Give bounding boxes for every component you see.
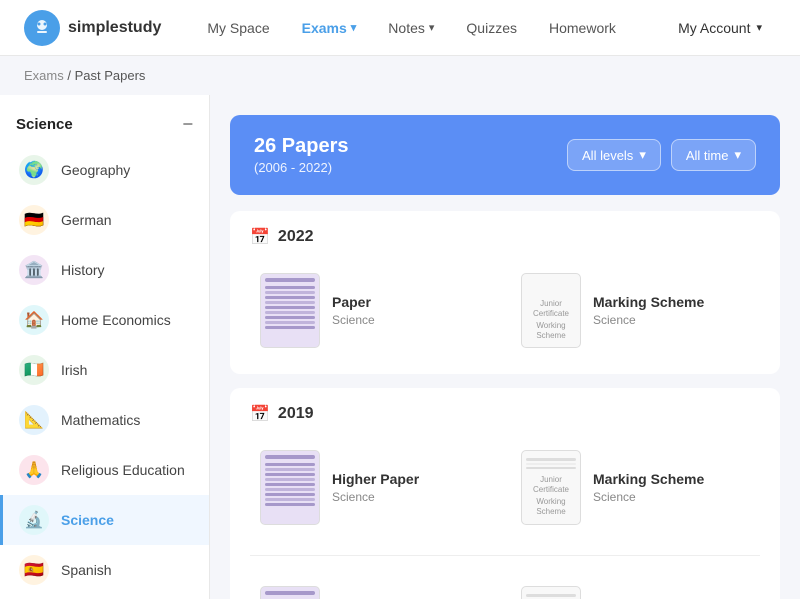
filter-levels-button[interactable]: All levels ▾ xyxy=(567,139,661,171)
papers-grid-2022: Paper Science xyxy=(250,263,760,358)
main-nav: My Space Exams ▾ Notes ▾ Quizzes Homewor… xyxy=(193,12,664,44)
paper-info-2022: Paper Science xyxy=(332,294,375,327)
breadcrumb: Exams / Past Papers xyxy=(0,56,800,95)
year-header-2019: 📅 2019 xyxy=(250,404,760,424)
sidebar-item-spanish[interactable]: 🇪🇸 Spanish xyxy=(0,545,209,595)
filter-group: All levels ▾ All time ▾ xyxy=(567,139,756,171)
sidebar-item-science[interactable]: 🔬 Science xyxy=(0,495,209,545)
paper-item-2022-paper[interactable]: Paper Science xyxy=(250,263,499,358)
irish-icon: 🇮🇪 xyxy=(19,355,49,385)
sidebar-item-home-economics[interactable]: 🏠 Home Economics xyxy=(0,295,209,345)
marking-thumbnail-2019-1: Junior Certificate Working Scheme xyxy=(521,450,581,525)
papers-header: 26 Papers (2006 - 2022) All levels ▾ All… xyxy=(230,115,780,195)
calendar-icon: 📅 xyxy=(250,227,270,247)
header-right: My Account ▾ xyxy=(664,12,776,44)
spanish-icon: 🇪🇸 xyxy=(19,555,49,585)
calendar-2019-icon: 📅 xyxy=(250,404,270,424)
geography-icon: 🌍 xyxy=(19,155,49,185)
time-chevron-icon: ▾ xyxy=(734,147,741,163)
year-section-2019: 📅 2019 xyxy=(230,388,780,599)
nav-myspace[interactable]: My Space xyxy=(193,12,283,44)
history-icon: 🏛️ xyxy=(19,255,49,285)
year-header-2022: 📅 2022 xyxy=(250,227,760,247)
layout: Science − 🌍 Geography 🇩🇪 German 🏛️ Histo… xyxy=(0,95,800,599)
higher-paper-thumbnail xyxy=(260,450,320,525)
collapse-icon[interactable]: − xyxy=(182,115,193,133)
nav-quizzes[interactable]: Quizzes xyxy=(452,12,531,44)
logo-icon xyxy=(24,10,60,46)
mathematics-icon: 📐 xyxy=(19,405,49,435)
paper-item-2019-higher[interactable]: Higher Paper Science xyxy=(250,440,499,535)
nav-homework[interactable]: Homework xyxy=(535,12,630,44)
papers-grid-2019: Higher Paper Science Ju xyxy=(250,440,760,599)
account-chevron-icon: ▾ xyxy=(756,21,762,34)
filter-time-button[interactable]: All time ▾ xyxy=(671,139,756,171)
nav-notes[interactable]: Notes ▾ xyxy=(374,12,448,44)
nav-exams[interactable]: Exams ▾ xyxy=(288,12,371,44)
breadcrumb-past-papers: Past Papers xyxy=(75,68,146,83)
papers-info: 26 Papers (2006 - 2022) xyxy=(254,135,349,175)
logo[interactable]: simplestudy xyxy=(24,10,161,46)
sidebar-item-geography[interactable]: 🌍 Geography xyxy=(0,145,209,195)
marking-info-2022: Marking Scheme Science xyxy=(593,294,704,327)
sidebar-item-religious-education[interactable]: 🙏 Religious Education xyxy=(0,445,209,495)
marking-thumbnail-2022: Junior Certificate Working Scheme xyxy=(521,273,581,348)
breadcrumb-exams[interactable]: Exams xyxy=(24,68,64,83)
paper-item-2022-marking[interactable]: Junior Certificate Working Scheme Markin… xyxy=(511,263,760,358)
sidebar-item-irish[interactable]: 🇮🇪 Irish xyxy=(0,345,209,395)
science-icon: 🔬 xyxy=(19,505,49,535)
sidebar-title: Science − xyxy=(0,111,209,145)
sidebar: Science − 🌍 Geography 🇩🇪 German 🏛️ Histo… xyxy=(0,95,210,599)
home-economics-icon: 🏠 xyxy=(19,305,49,335)
main-content: 26 Papers (2006 - 2022) All levels ▾ All… xyxy=(210,95,800,599)
account-button[interactable]: My Account ▾ xyxy=(664,12,776,44)
sidebar-item-history[interactable]: 🏛️ History xyxy=(0,245,209,295)
papers-divider xyxy=(250,555,760,556)
header: simplestudy My Space Exams ▾ Notes ▾ Qui… xyxy=(0,0,800,56)
levels-chevron-icon: ▾ xyxy=(639,147,646,163)
paper-thumbnail-2022 xyxy=(260,273,320,348)
religious-education-icon: 🙏 xyxy=(19,455,49,485)
papers-count: 26 Papers xyxy=(254,135,349,158)
logo-text: simplestudy xyxy=(68,19,161,37)
sidebar-item-mathematics[interactable]: 📐 Mathematics xyxy=(0,395,209,445)
notes-chevron-icon: ▾ xyxy=(429,21,435,34)
german-icon: 🇩🇪 xyxy=(19,205,49,235)
sidebar-item-german[interactable]: 🇩🇪 German xyxy=(0,195,209,245)
exams-chevron-icon: ▾ xyxy=(351,21,357,34)
papers-range: (2006 - 2022) xyxy=(254,160,349,175)
ordinary-paper-thumbnail xyxy=(260,586,320,599)
year-section-2022: 📅 2022 xyxy=(230,211,780,374)
paper-item-2019-marking1[interactable]: Junior Certificate Working Scheme Markin… xyxy=(511,440,760,535)
marking-thumbnail-2019-2: Junior Certificate Working Scheme xyxy=(521,586,581,599)
